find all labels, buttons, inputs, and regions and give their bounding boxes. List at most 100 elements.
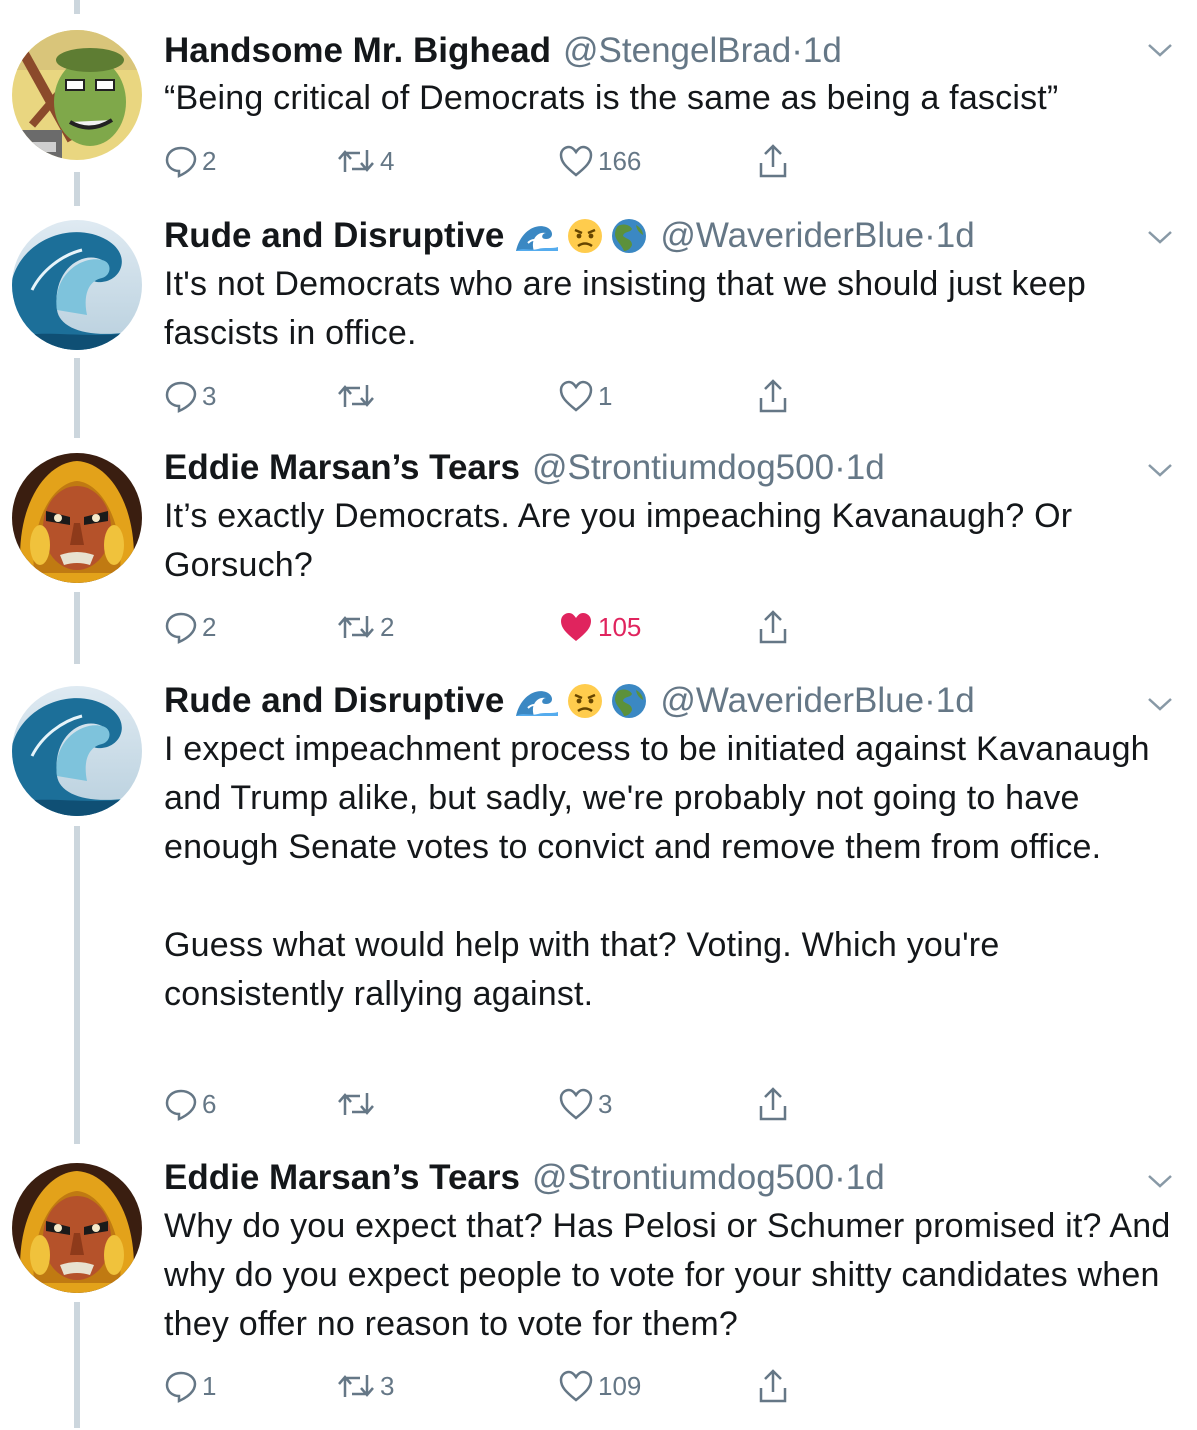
- angry-face-emoji-icon: [568, 219, 603, 253]
- display-name[interactable]: Eddie Marsan’s Tears: [164, 1158, 520, 1198]
- retweet-button[interactable]: 2: [336, 607, 394, 647]
- chevron-down-icon[interactable]: [1147, 462, 1173, 478]
- user-handle[interactable]: @WaveriderBlue: [660, 216, 924, 256]
- tweet[interactable]: Handsome Mr. Bighead @StengelBrad · 1d “…: [0, 0, 1197, 205]
- retweet-count: 2: [380, 611, 395, 642]
- like-button[interactable]: 166: [558, 141, 641, 181]
- tweet-actions: 3 1: [164, 376, 864, 416]
- avatar[interactable]: [12, 1163, 142, 1293]
- heart-icon: [559, 380, 593, 412]
- name-emojis: [514, 682, 648, 720]
- conversation-thread: Handsome Mr. Bighead @StengelBrad · 1d “…: [0, 0, 1197, 1430]
- timestamp[interactable]: 1d: [846, 1158, 885, 1198]
- like-count: 105: [598, 611, 642, 642]
- avatar[interactable]: [12, 453, 142, 583]
- like-button[interactable]: 105: [558, 607, 641, 647]
- reply-count: 2: [202, 145, 217, 176]
- globe-americas-emoji-icon: [612, 219, 647, 253]
- retweet-button[interactable]: [336, 376, 380, 416]
- retweet-icon: [338, 1093, 374, 1115]
- tweet-header: Eddie Marsan’s Tears @Strontiumdog500 · …: [164, 445, 1157, 491]
- ocean-wave-avatar-image: [12, 220, 142, 350]
- helmeted-comic-avatar-image: [12, 453, 142, 583]
- share-button[interactable]: [756, 376, 790, 416]
- reply-icon: [165, 146, 197, 178]
- tweet-text: It’s exactly Democrats. Are you impeachi…: [164, 497, 1082, 584]
- chevron-down-icon[interactable]: [1147, 42, 1173, 58]
- time-separator: ·: [834, 448, 846, 487]
- reply-button[interactable]: 2: [164, 141, 216, 181]
- user-handle[interactable]: @Strontiumdog500: [532, 448, 834, 488]
- retweet-button[interactable]: 4: [336, 141, 394, 181]
- display-name[interactable]: Eddie Marsan’s Tears: [164, 448, 520, 488]
- reply-button[interactable]: 2: [164, 607, 216, 647]
- name-emojis: [514, 217, 648, 255]
- share-icon: [759, 1087, 787, 1121]
- display-name[interactable]: Rude and Disruptive: [164, 216, 504, 256]
- timestamp[interactable]: 1d: [846, 448, 885, 488]
- user-handle[interactable]: @Strontiumdog500: [532, 1158, 834, 1198]
- like-count: 166: [598, 145, 642, 176]
- like-button[interactable]: 109: [558, 1366, 641, 1406]
- avatar[interactable]: [12, 220, 142, 350]
- like-button[interactable]: 1: [558, 376, 612, 416]
- chevron-down-icon[interactable]: [1147, 696, 1173, 712]
- like-count: 109: [598, 1370, 642, 1401]
- timestamp[interactable]: 1d: [936, 216, 975, 256]
- heart-filled-icon: [561, 613, 591, 641]
- time-separator: ·: [924, 681, 936, 720]
- tweet[interactable]: Eddie Marsan’s Tears @Strontiumdog500 · …: [0, 438, 1197, 670]
- ocean-wave-avatar-image: [12, 686, 142, 816]
- tweet-text: It's not Democrats who are insisting tha…: [164, 265, 1096, 352]
- retweet-icon: [338, 1375, 374, 1397]
- reply-icon: [165, 381, 197, 413]
- chevron-down-icon[interactable]: [1147, 229, 1173, 245]
- tweet[interactable]: Eddie Marsan’s Tears @Strontiumdog500 · …: [0, 1148, 1197, 1430]
- retweet-button[interactable]: [336, 1084, 380, 1124]
- retweet-count: 4: [380, 145, 395, 176]
- display-name[interactable]: Handsome Mr. Bighead: [164, 31, 551, 71]
- like-count: 1: [598, 380, 613, 411]
- share-button[interactable]: [756, 1366, 790, 1406]
- retweet-icon: [338, 150, 374, 172]
- reply-button[interactable]: 1: [164, 1366, 216, 1406]
- user-handle[interactable]: @WaveriderBlue: [660, 681, 924, 721]
- reply-button[interactable]: 3: [164, 376, 216, 416]
- tweet-header: Rude and Disruptive @WaveriderBlue · 1d: [164, 213, 1157, 259]
- heart-icon: [559, 1370, 593, 1402]
- tweet-actions: 6 3: [164, 1084, 864, 1124]
- heart-icon: [559, 145, 593, 177]
- helmeted-comic-avatar-image: [12, 1163, 142, 1293]
- reply-count: 3: [202, 380, 217, 411]
- timestamp[interactable]: 1d: [803, 31, 842, 71]
- retweet-icon: [338, 385, 374, 407]
- tweet-actions: 2 2 105: [164, 607, 864, 647]
- share-button[interactable]: [756, 141, 790, 181]
- avatar[interactable]: [12, 30, 142, 160]
- time-separator: ·: [791, 31, 803, 70]
- share-icon: [759, 379, 787, 413]
- tweet-header: Rude and Disruptive @WaveriderBlue · 1d: [164, 678, 1157, 724]
- avatar[interactable]: [12, 686, 142, 816]
- like-button[interactable]: 3: [558, 1084, 612, 1124]
- tweet[interactable]: Rude and Disruptive @WaveriderBlue · 1d …: [0, 205, 1197, 438]
- display-name[interactable]: Rude and Disruptive: [164, 681, 504, 721]
- chevron-down-icon[interactable]: [1147, 1173, 1173, 1189]
- like-count: 3: [598, 1088, 613, 1119]
- angry-face-emoji-icon: [568, 684, 603, 718]
- tweet[interactable]: Rude and Disruptive @WaveriderBlue · 1d …: [0, 670, 1197, 1148]
- retweet-button[interactable]: 3: [336, 1366, 394, 1406]
- reply-button[interactable]: 6: [164, 1084, 216, 1124]
- timestamp[interactable]: 1d: [936, 681, 975, 721]
- tweet-text: Why do you expect that? Has Pelosi or Sc…: [164, 1207, 1181, 1343]
- wave-emoji-icon: [516, 691, 559, 716]
- share-icon: [759, 144, 787, 178]
- green-cartoon-avatar-image: [12, 30, 142, 160]
- heart-icon: [559, 1088, 593, 1120]
- reply-count: 6: [202, 1088, 217, 1119]
- share-button[interactable]: [756, 607, 790, 647]
- time-separator: ·: [834, 1158, 846, 1197]
- wave-emoji-icon: [516, 226, 559, 251]
- user-handle[interactable]: @StengelBrad: [563, 31, 791, 71]
- share-button[interactable]: [756, 1084, 790, 1124]
